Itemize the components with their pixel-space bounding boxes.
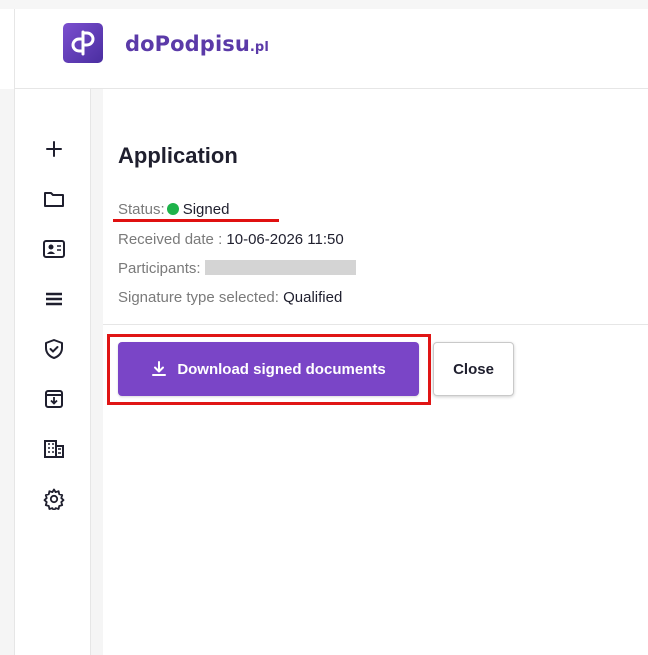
close-button[interactable]: Close bbox=[433, 342, 514, 396]
app-header: doPodpisu.pl bbox=[14, 9, 648, 89]
sidebar-item-new[interactable] bbox=[15, 134, 92, 164]
sidebar-nav bbox=[14, 89, 91, 655]
status-underline-annotation bbox=[113, 219, 279, 222]
section-divider bbox=[103, 324, 648, 325]
sidebar-item-list[interactable] bbox=[15, 284, 92, 314]
status-row: Status: Signed bbox=[118, 201, 229, 218]
participants-redacted bbox=[204, 260, 356, 275]
participants-label: Participants: bbox=[118, 260, 201, 277]
list-icon bbox=[45, 292, 62, 306]
logo-suffix: .pl bbox=[249, 40, 269, 55]
plus-icon bbox=[45, 141, 62, 157]
building-icon bbox=[43, 440, 64, 458]
sidebar-item-settings[interactable] bbox=[15, 484, 92, 514]
left-gutter bbox=[0, 89, 14, 655]
received-date-label: Received date : bbox=[118, 231, 223, 248]
signature-type-value: Qualified bbox=[283, 289, 343, 306]
logo-wordmark[interactable]: doPodpisu.pl bbox=[125, 32, 269, 56]
sidebar-item-folders[interactable] bbox=[15, 184, 92, 214]
status-value: Signed bbox=[182, 201, 230, 218]
download-icon bbox=[152, 361, 167, 376]
gear-icon bbox=[43, 488, 64, 510]
archive-download-icon bbox=[44, 390, 63, 408]
contact-card-icon bbox=[42, 240, 65, 258]
status-label: Status: bbox=[118, 201, 165, 218]
logo-icon[interactable] bbox=[63, 23, 103, 63]
participants-row: Participants: bbox=[118, 260, 356, 277]
sidebar-item-security[interactable] bbox=[15, 334, 92, 364]
signature-type-row: Signature type selected: Qualified bbox=[118, 289, 342, 306]
content-gutter bbox=[91, 89, 103, 655]
application-panel: Application Status: Signed Received date … bbox=[103, 100, 648, 655]
download-signed-documents-button[interactable]: Download signed documents bbox=[118, 342, 419, 396]
status-dot-icon bbox=[166, 203, 179, 215]
sidebar-item-contacts[interactable] bbox=[15, 234, 92, 264]
received-date-value: 10-06-2026 11:50 bbox=[226, 231, 344, 248]
shield-check-icon bbox=[44, 339, 63, 359]
signature-type-label: Signature type selected: bbox=[118, 289, 279, 306]
folder-icon bbox=[43, 192, 64, 207]
received-date-row: Received date : 10-06-2026 11:50 bbox=[118, 231, 344, 248]
download-button-label: Download signed documents bbox=[177, 360, 386, 378]
top-strip bbox=[0, 0, 648, 9]
sidebar-item-archive[interactable] bbox=[15, 384, 92, 414]
sidebar-item-companies[interactable] bbox=[15, 434, 92, 464]
page-title: Application bbox=[118, 143, 238, 168]
logo-name: doPodpisu bbox=[125, 32, 250, 56]
close-button-label: Close bbox=[453, 360, 494, 378]
